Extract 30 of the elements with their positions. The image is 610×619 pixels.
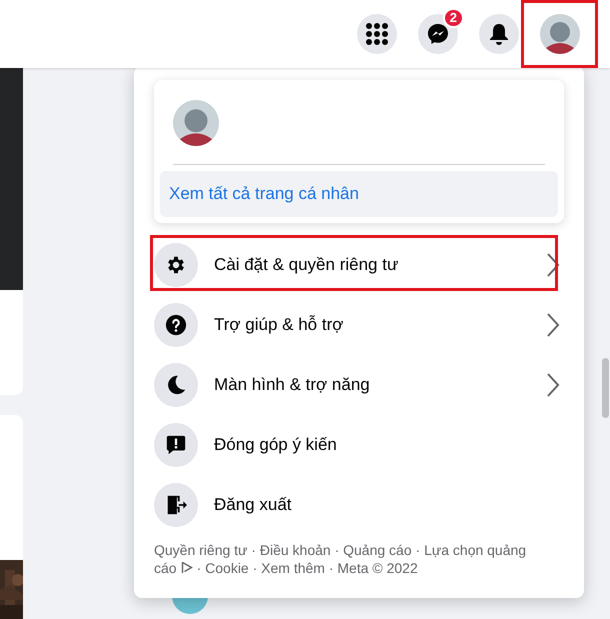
notifications-button[interactable]: [479, 14, 519, 54]
menu-item[interactable]: Màn hình & trợ năng: [154, 358, 564, 410]
menu-item[interactable]: Đóng góp ý kiến: [154, 418, 564, 470]
menu-item-label: Đóng góp ý kiến: [214, 434, 337, 456]
profile-avatar-icon: [173, 100, 219, 146]
messenger-button[interactable]: [418, 14, 458, 54]
bell-icon: [489, 23, 509, 45]
menu-item-label: Cài đặt & quyền riêng tư: [214, 254, 398, 276]
help-icon: [165, 314, 187, 336]
menu-item-label: Trợ giúp & hỗ trợ: [214, 314, 344, 336]
menu-item[interactable]: Cài đặt & quyền riêng tư: [154, 238, 564, 290]
moon-icon: [165, 374, 187, 396]
footer-text: Quyền riêng tư · Điều khoản · Quảng cáo · Lựa chọn quảng: [154, 540, 526, 558]
footer-text: cáo: [154, 558, 177, 576]
avatar-icon: [540, 14, 580, 54]
menu-item-label: Đăng xuất: [214, 494, 292, 516]
feedback-icon: [165, 434, 187, 456]
scrollbar-thumb[interactable]: [602, 358, 609, 418]
logout-icon: [165, 494, 187, 516]
menu-item-label: Màn hình & trợ năng: [214, 374, 370, 396]
grid-icon: [366, 23, 388, 45]
messenger-icon: [427, 23, 449, 45]
footer-text: · Cookie · Xem thêm · Meta © 2022: [196, 558, 418, 576]
menu-button[interactable]: [357, 14, 397, 54]
account-button[interactable]: [540, 14, 580, 54]
menu-item[interactable]: Đăng xuất: [154, 478, 564, 530]
profile-link[interactable]: Xem tất cả trang cá nhân: [160, 171, 558, 216]
menu-item[interactable]: Trợ giúp & hỗ trợ: [154, 298, 564, 350]
ad-choices-icon: [180, 561, 193, 574]
notification-count: 2: [442, 8, 464, 28]
